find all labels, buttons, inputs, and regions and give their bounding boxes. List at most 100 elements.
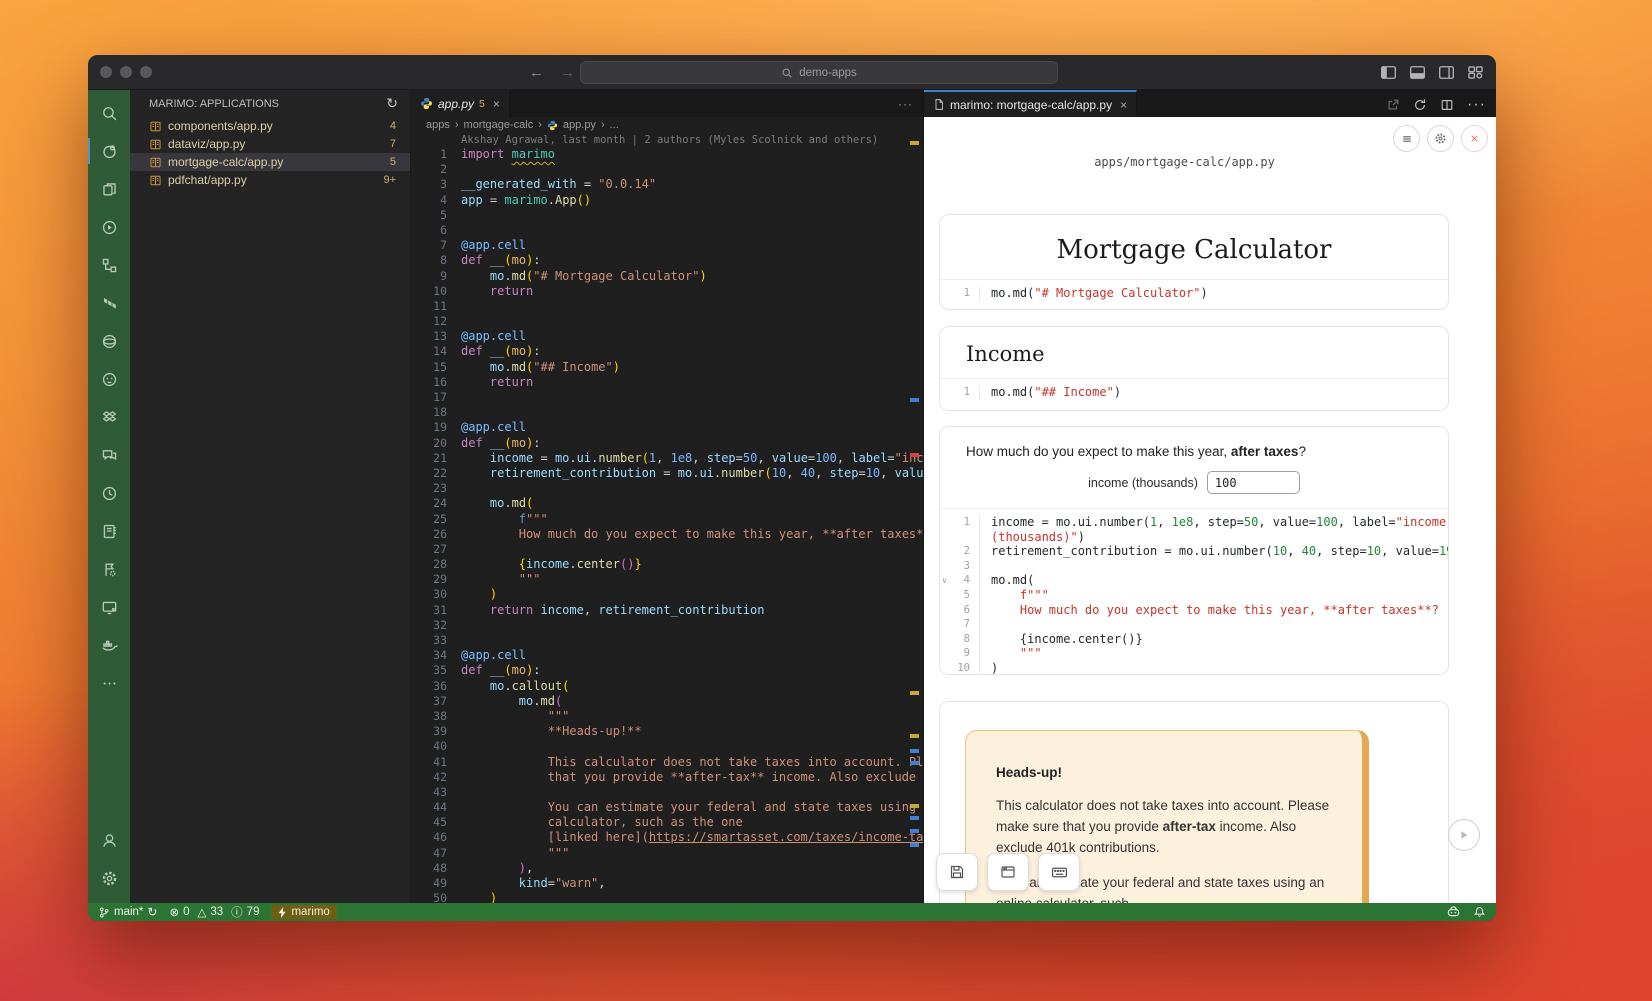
search-icon: [781, 67, 793, 79]
refresh-icon[interactable]: ↻: [386, 95, 398, 112]
keyboard-shortcuts-button[interactable]: [1038, 853, 1080, 891]
code-line: 1import marimo: [411, 147, 923, 162]
breadcrumb[interactable]: apps›mortgage-calc›app.py›...: [411, 117, 923, 133]
refresh-icon[interactable]: [1413, 98, 1427, 112]
python-icon: [547, 120, 558, 131]
activity-settings-gear-icon[interactable]: [88, 859, 130, 897]
git-branch-icon: [98, 906, 110, 919]
code-line: 39 **Heads-up!**: [411, 724, 923, 739]
panel-left-icon[interactable]: [1380, 64, 1397, 81]
editor-group-code: app.py 5 × ··· apps›mortgage-calc›app.py…: [411, 90, 923, 903]
tab-label: app.py: [438, 97, 474, 111]
code-line: 50 ): [411, 891, 923, 903]
panel-bottom-icon[interactable]: [1409, 64, 1426, 81]
income-number-input[interactable]: [1207, 471, 1300, 494]
activity-test-flag-icon[interactable]: [88, 550, 130, 588]
preview-code-line: 4∨mo.md(: [940, 573, 1448, 588]
overview-ruler[interactable]: [906, 133, 923, 903]
history-forward-icon[interactable]: →: [560, 64, 575, 81]
close-window-button[interactable]: [100, 66, 112, 78]
code-line: 35def __(mo):: [411, 663, 923, 678]
code-line: 26 How much do you expect to make this y…: [411, 527, 923, 542]
settings-gear-icon[interactable]: [1427, 125, 1454, 152]
cell-card-form[interactable]: How much do you expect to make this year…: [939, 426, 1449, 675]
activity-terraform-icon[interactable]: [88, 284, 130, 322]
code-line: 33: [411, 633, 923, 648]
marimo-notebook-icon: [149, 174, 162, 187]
traffic-lights[interactable]: [100, 66, 152, 78]
keyboard-icon: [1051, 864, 1068, 881]
activity-run-circle-icon[interactable]: [88, 208, 130, 246]
code-line: 32: [411, 618, 923, 633]
preview-code-line: 2retirement_contribution = mo.ui.number(…: [940, 544, 1448, 559]
tab-marimo-preview[interactable]: marimo: mortgage-calc/app.py ×: [924, 90, 1137, 117]
sidebar-file-pdfchat/app.py[interactable]: pdfchat/app.py9+: [130, 171, 410, 189]
layout-controls[interactable]: [1380, 64, 1484, 81]
code-line: 34@app.cell: [411, 648, 923, 663]
sidebar-file-mortgage-calc/app.py[interactable]: mortgage-calc/app.py5: [130, 153, 410, 171]
error-icon: ⊗: [169, 905, 179, 919]
activity-docker-icon[interactable]: [88, 626, 130, 664]
code-line: 12: [411, 314, 923, 329]
code-line: 11: [411, 299, 923, 314]
bell-icon[interactable]: [1473, 906, 1486, 919]
split-editor-icon[interactable]: [1440, 98, 1454, 112]
tab-app-py[interactable]: app.py 5 ×: [411, 90, 510, 117]
ruler-mark: [910, 453, 919, 457]
activity-github-icon[interactable]: [88, 360, 130, 398]
cell-card-income[interactable]: Income 1mo.md("## Income"): [939, 326, 1449, 411]
ruler-mark: [910, 749, 919, 753]
open-external-icon[interactable]: [1386, 98, 1400, 112]
save-icon: [949, 864, 965, 880]
more-tabs-icon[interactable]: ···: [898, 97, 913, 111]
income-input-label: income (thousands): [1088, 476, 1198, 490]
customize-layout-icon[interactable]: [1467, 64, 1484, 81]
zoom-window-button[interactable]: [140, 66, 152, 78]
copilot-icon[interactable]: [1446, 905, 1461, 919]
preview-code-line: 8 {income.center()}: [940, 632, 1448, 647]
cell-card-title[interactable]: Mortgage Calculator 1mo.md("# Mortgage C…: [939, 214, 1449, 310]
activity-marimo-icon[interactable]: [88, 132, 130, 170]
code-line: 48 ),: [411, 861, 923, 876]
close-icon[interactable]: [1461, 125, 1488, 152]
sync-icon[interactable]: ↻: [147, 905, 157, 919]
activity-ellipsis-icon[interactable]: [88, 664, 130, 702]
sidebar-file-components/app.py[interactable]: components/app.py4: [130, 117, 410, 135]
code-line: 17: [411, 390, 923, 405]
activity-remote-screen-icon[interactable]: [88, 588, 130, 626]
activity-pages-icon[interactable]: [88, 170, 130, 208]
file-icon: [933, 98, 945, 111]
close-tab-icon[interactable]: ×: [493, 97, 500, 111]
activity-notebook-icon[interactable]: [88, 512, 130, 550]
activity-sphere-icon[interactable]: [88, 322, 130, 360]
close-tab-icon[interactable]: ×: [1120, 98, 1127, 112]
app-file-path: apps/mortgage-calc/app.py: [924, 155, 1445, 169]
ruler-mark: [910, 734, 919, 738]
code-editor[interactable]: Akshay Agrawal, last month | 2 authors (…: [411, 133, 923, 903]
activity-search-icon[interactable]: [88, 94, 130, 132]
open-browser-button[interactable]: [987, 853, 1029, 891]
command-center-search[interactable]: demo-apps: [580, 61, 1058, 84]
panel-right-icon[interactable]: [1438, 64, 1455, 81]
activity-clock-circle-icon[interactable]: [88, 474, 130, 512]
code-line: 23: [411, 481, 923, 496]
hamburger-menu-icon[interactable]: [1393, 125, 1420, 152]
minimize-window-button[interactable]: [120, 66, 132, 78]
git-branch-item[interactable]: main* ↻: [98, 905, 157, 919]
activity-dropbox-icon[interactable]: [88, 398, 130, 436]
activity-comments-icon[interactable]: [88, 436, 130, 474]
more-actions-icon[interactable]: ···: [1467, 96, 1486, 114]
ruler-mark: [910, 398, 919, 402]
activity-account-icon[interactable]: [88, 821, 130, 859]
warning-icon: △: [198, 905, 207, 919]
history-back-icon[interactable]: ←: [529, 64, 544, 81]
sidebar-file-dataviz/app.py[interactable]: dataviz/app.py7: [130, 135, 410, 153]
preview-code-line: 1income = mo.ui.number(1, 1e8, step=50, …: [940, 515, 1448, 530]
activity-symbols-icon[interactable]: [88, 246, 130, 284]
run-cell-button[interactable]: [1448, 819, 1480, 851]
problems-item[interactable]: ⊗0 △33 ⓘ79: [169, 904, 259, 920]
title-bar[interactable]: ← → demo-apps: [88, 55, 1496, 90]
marimo-status-item[interactable]: marimo: [271, 905, 336, 919]
save-button[interactable]: [936, 853, 978, 891]
ruler-mark: [910, 804, 919, 808]
